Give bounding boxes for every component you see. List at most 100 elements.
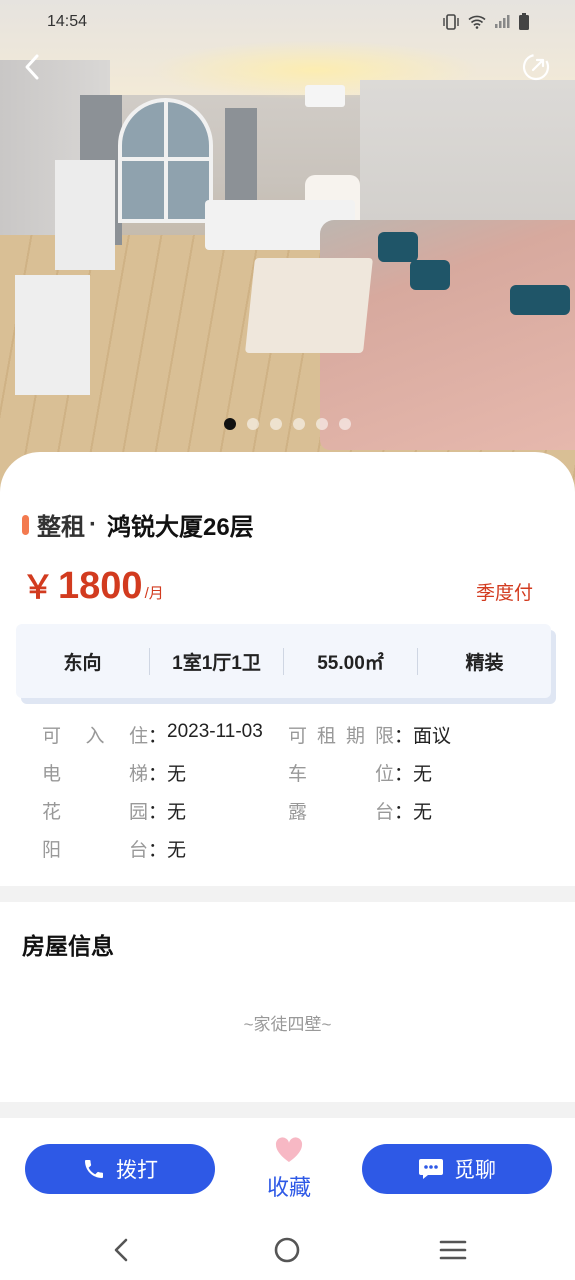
detail-label-char: 位: [374, 763, 394, 785]
detail-label: 花园: [42, 797, 148, 824]
detail-label-char: 入: [85, 725, 105, 747]
detail-list: 可入住： 2023-11-03 可租期限：面议电梯：无车位：无花园：无露台：无阳台：…: [42, 715, 542, 867]
listing-photo[interactable]: [0, 0, 575, 520]
price-unit: /月: [144, 585, 164, 602]
photo-arched-window: [118, 98, 213, 223]
listing-title: 整租 · 鸿锐大厦26层: [22, 507, 254, 542]
detail-label: 电梯: [42, 759, 148, 786]
photo-pillow: [410, 260, 450, 290]
call-label: 拨打: [116, 1159, 158, 1182]
detail-colon: ：: [148, 763, 168, 785]
action-bar: 拨打 收藏 觅聊: [0, 1118, 575, 1220]
detail-value: 无: [413, 801, 433, 823]
photo-pillow: [510, 285, 570, 315]
detail-value: 面议: [413, 725, 452, 747]
title-accent-mark: [22, 514, 29, 535]
gallery-indicator: [224, 418, 351, 430]
vibrate-icon: [443, 14, 459, 30]
favorite-button[interactable]: 收藏: [262, 1136, 316, 1202]
detail-colon: ：: [394, 763, 414, 785]
detail-label: 可入住: [42, 721, 148, 748]
detail-row: 电梯：无车位：无: [42, 753, 542, 791]
payment-method: 季度付: [475, 583, 533, 604]
detail-colon: ：: [148, 725, 168, 747]
photo-air-conditioner: [305, 85, 345, 107]
detail-label-char: 园: [128, 801, 148, 823]
house-info-title: 房屋信息: [22, 933, 114, 959]
detail-label: 阳台: [42, 835, 148, 862]
detail-value: 2023-11-03: [167, 720, 263, 742]
detail-item: 可 入 住： 2023-11-03: [42, 721, 288, 748]
spec-layout: 1室1厅1卫: [149, 647, 283, 675]
chat-button[interactable]: 觅聊: [362, 1144, 552, 1194]
nav-back-button[interactable]: [105, 1234, 137, 1266]
detail-label-char: 台: [128, 839, 148, 861]
detail-item: 露台：无: [288, 797, 534, 824]
gallery-dot[interactable]: [316, 418, 328, 430]
detail-label-char: 车: [288, 763, 308, 785]
gallery-dot[interactable]: [293, 418, 305, 430]
detail-label-char: 限: [374, 725, 394, 747]
detail-colon: ：: [394, 801, 414, 823]
detail-label-char: 租: [316, 725, 336, 747]
title-separator: ·: [89, 510, 97, 538]
gallery-dot[interactable]: [270, 418, 282, 430]
detail-colon: ：: [394, 725, 414, 747]
heart-icon: [275, 1137, 303, 1162]
photo-tv-stand: [15, 275, 90, 395]
chat-bubble-icon: [419, 1159, 443, 1179]
detail-value: 无: [167, 763, 187, 785]
detail-label-char: 阳: [42, 839, 62, 861]
photo-desk: [55, 160, 115, 270]
nav-menu-button[interactable]: [437, 1234, 469, 1266]
house-info-description: ~家徒四壁~: [243, 1015, 332, 1034]
building-name: 鸿锐大厦26层: [107, 514, 254, 541]
chat-label: 觅聊: [454, 1159, 496, 1182]
photo-pillow: [378, 232, 418, 262]
detail-label-char: 梯: [128, 763, 148, 785]
listing-info-card: 整租 · 鸿锐大厦26层 ￥ 1800 /月 季度付 东向 1室1厅1卫 55.…: [0, 452, 575, 886]
spec-summary: 东向 1室1厅1卫 55.00㎡ 精装: [16, 624, 551, 698]
detail-label-char: 花: [42, 801, 62, 823]
system-nav-bar: [0, 1220, 575, 1280]
detail-value: 无: [167, 801, 187, 823]
house-info-section: 房屋信息 ~家徒四壁~: [0, 902, 575, 1102]
wifi-icon: [468, 15, 486, 29]
rent-type: 整租: [37, 514, 85, 541]
detail-item: 电梯：无: [42, 759, 288, 786]
nav-menu-icon: [439, 1240, 467, 1260]
detail-row: 可入住： 2023-11-03 可租期限：面议: [42, 715, 542, 753]
detail-label: 可租期限: [288, 721, 394, 748]
detail-colon: ：: [148, 839, 168, 861]
share-icon: [522, 53, 550, 81]
price: ￥ 1800 /月: [22, 562, 164, 608]
gallery-dot[interactable]: [339, 418, 351, 430]
detail-label-char: 可: [42, 725, 62, 747]
detail-label-char: 电: [42, 763, 62, 785]
chevron-left-icon: [25, 54, 39, 80]
detail-label-char: 住: [128, 725, 148, 747]
nav-home-button[interactable]: [271, 1234, 303, 1266]
detail-row: 花园：无露台：无: [42, 791, 542, 829]
detail-label-char: 露: [288, 801, 308, 823]
price-symbol: ￥: [22, 569, 55, 605]
spec-orientation: 东向: [63, 652, 102, 674]
phone-icon: [85, 1160, 103, 1178]
detail-label-char: 可: [288, 725, 308, 747]
call-button[interactable]: 拨打: [25, 1144, 215, 1194]
detail-item: 车位：无: [288, 759, 534, 786]
detail-item: 阳台：无: [42, 835, 288, 862]
detail-item: 可租期限：面议: [288, 721, 534, 748]
nav-home-icon: [274, 1237, 300, 1263]
back-button[interactable]: [15, 50, 49, 84]
detail-item: 花园：无: [42, 797, 288, 824]
battery-icon: [519, 13, 529, 30]
gallery-dot[interactable]: [247, 418, 259, 430]
detail-label: 车位: [288, 759, 394, 786]
share-button[interactable]: [519, 50, 553, 84]
spec-decoration: 精装: [417, 647, 551, 675]
detail-label-char: 期: [345, 725, 365, 747]
gallery-dot[interactable]: [224, 418, 236, 430]
detail-colon: ：: [148, 801, 168, 823]
detail-label: 露台: [288, 797, 394, 824]
